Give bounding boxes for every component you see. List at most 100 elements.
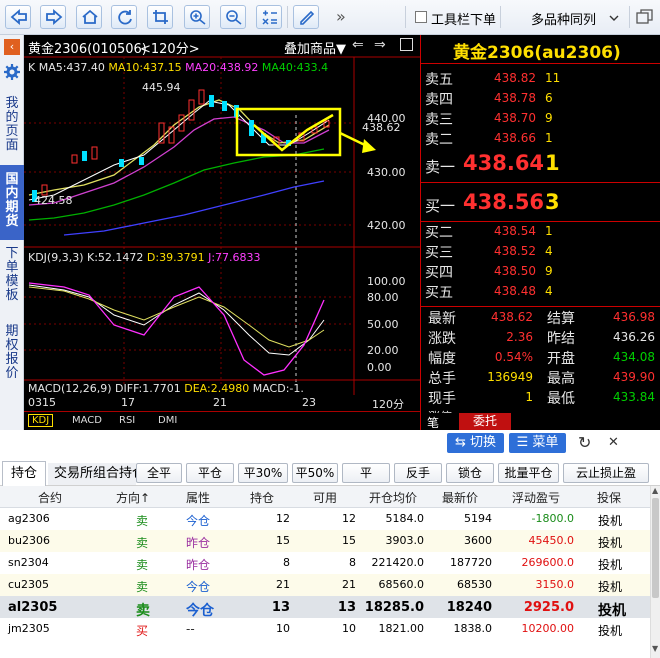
cell-open-avg: 5184.0 <box>385 512 425 525</box>
menu-button[interactable]: ☰ 菜单 <box>509 433 566 453</box>
kline-chart-svg <box>24 56 420 395</box>
tab-positions[interactable]: 持仓 <box>2 461 46 486</box>
sidebar-item-my-page[interactable]: 我的页面 <box>4 97 20 153</box>
more-toolbar-icon[interactable]: » <box>336 7 346 26</box>
position-action-button[interactable]: 云止损止盈 <box>563 463 649 483</box>
cell-floating-pnl: -1800.0 <box>531 512 574 525</box>
chevron-down-icon[interactable] <box>609 15 619 21</box>
sidebar-item-domestic-futures[interactable]: 国内期货 <box>4 173 20 229</box>
toolbar-order-checkbox[interactable] <box>415 11 427 23</box>
bid1-label: 买一 <box>425 197 456 215</box>
sidebar-item-option-quotes[interactable]: 期权报价 <box>4 325 20 381</box>
table-row[interactable]: al2305 卖 今仓 13 13 18285.0 18240 2925.0 投… <box>0 596 650 619</box>
chart-next-icon[interactable]: ⇒ <box>374 37 386 53</box>
position-action-button[interactable]: 全平 <box>136 463 182 483</box>
cell-available: 21 <box>342 578 356 591</box>
position-action-button[interactable]: 批量平仓 <box>498 463 559 483</box>
col-position[interactable]: 持仓 <box>250 489 274 506</box>
table-row[interactable]: cu2305 卖 今仓 21 21 68560.0 68530 3150.0 投… <box>0 574 650 596</box>
col-floating-pnl[interactable]: 浮动盈亏 <box>512 489 560 506</box>
scroll-thumb[interactable] <box>652 498 659 598</box>
col-last-price[interactable]: 最新价 <box>442 489 478 506</box>
cell-position: 8 <box>283 556 290 569</box>
position-action-button[interactable]: 锁仓 <box>446 463 494 483</box>
indicator-tab-macd[interactable]: MACD <box>72 415 102 426</box>
ask1-price[interactable]: 438.64 <box>463 151 544 175</box>
table-scrollbar[interactable]: ▲ ▼ <box>650 486 660 658</box>
position-action-button[interactable]: 平30% <box>238 463 288 483</box>
col-hedge[interactable]: 投保 <box>597 489 621 506</box>
stat-value: 438.62 <box>491 310 533 324</box>
chart-layout-icon[interactable] <box>400 38 413 51</box>
action-row: ⇆ 切换 ☰ 菜单 ↻ ✕ <box>0 430 660 456</box>
tab-exchange-combo[interactable]: 交易所组合持仓 <box>48 463 136 485</box>
calculator-button[interactable] <box>256 5 282 29</box>
col-contract[interactable]: 合约 <box>38 489 62 506</box>
col-available[interactable]: 可用 <box>313 489 337 506</box>
positions-table-header: 合约 方向↑ 属性 持仓 可用 开仓均价 最新价 浮动盈亏 投保 <box>0 486 650 508</box>
ask-level-price[interactable]: 438.78 <box>481 91 536 105</box>
indicator-tab-rsi[interactable]: RSI <box>119 415 135 426</box>
indicator-tab-dmi[interactable]: DMI <box>158 415 177 426</box>
sidebar-item-order-template[interactable]: 下单模板 <box>4 247 20 303</box>
home-button[interactable] <box>76 5 102 29</box>
stat-label: 总手 <box>428 371 456 387</box>
bid-level-price[interactable]: 438.50 <box>481 264 536 278</box>
bid1-price[interactable]: 438.56 <box>463 190 544 214</box>
stat-value: 0.54% <box>494 350 533 364</box>
table-row[interactable]: bu2306 卖 昨仓 15 15 3903.0 3600 45450.0 投机 <box>0 530 650 552</box>
overlay-commodity-dropdown[interactable]: 叠加商品▼ <box>284 38 346 57</box>
position-action-button[interactable]: 平50% <box>292 463 338 483</box>
chart-prev-icon[interactable]: ⇐ <box>352 37 364 53</box>
col-attribute[interactable]: 属性 <box>186 489 210 506</box>
scroll-up-icon[interactable]: ▲ <box>652 486 658 495</box>
cell-last-price: 1838.0 <box>453 622 493 635</box>
gear-icon[interactable] <box>3 63 21 81</box>
position-action-button[interactable]: 反手 <box>394 463 442 483</box>
zoom-in-icon <box>190 10 206 25</box>
position-action-button[interactable]: 平100% <box>342 463 390 498</box>
restore-window-icon[interactable] <box>636 9 654 25</box>
scroll-down-icon[interactable]: ▼ <box>652 644 658 653</box>
zoom-in-button[interactable] <box>184 5 210 29</box>
back-button[interactable] <box>5 5 31 29</box>
zoom-out-button[interactable] <box>220 5 246 29</box>
kline-chart-panel[interactable]: 黄金2306(010506) <120分> 叠加商品▼ ⇐ ⇒ K MA5:43… <box>24 35 420 430</box>
position-action-button[interactable]: 平仓 <box>186 463 234 483</box>
ask-level-price[interactable]: 438.82 <box>481 71 536 85</box>
stat-value: 436.98 <box>613 310 655 324</box>
bid-level-price[interactable]: 438.48 <box>481 284 536 298</box>
refresh-icon[interactable]: ↻ <box>578 433 591 452</box>
forward-button[interactable] <box>40 5 66 29</box>
tab-entrust[interactable]: 委托 <box>459 413 511 430</box>
indicator-tab-kdj[interactable]: KDJ <box>28 414 54 427</box>
refresh-button[interactable] <box>111 5 137 29</box>
table-row[interactable]: jm2305 买 -- 10 10 1821.00 1838.0 10200.0… <box>0 618 650 640</box>
quote-divider <box>421 182 660 183</box>
cell-direction: 卖 <box>136 514 149 528</box>
table-row[interactable]: ag2306 卖 今仓 12 12 5184.0 5194 -1800.0 投机 <box>0 508 650 530</box>
bid-level-price[interactable]: 438.52 <box>481 244 536 258</box>
collapse-sidebar-icon[interactable]: ‹ <box>4 39 20 55</box>
cell-floating-pnl: 3150.0 <box>535 578 575 591</box>
ask-level-price[interactable]: 438.70 <box>481 111 536 125</box>
close-icon[interactable]: ✕ <box>608 435 619 450</box>
layout-dropdown-label[interactable]: 多品种同列 <box>531 9 596 28</box>
cell-contract: ag2306 <box>8 512 50 525</box>
bid-level-label: 买四 <box>425 265 453 281</box>
col-direction[interactable]: 方向↑ <box>116 489 150 506</box>
chart-period[interactable]: <120分> <box>140 38 200 57</box>
kdj-name: KDJ(9,3,3) <box>28 251 84 264</box>
draw-button[interactable] <box>293 5 319 29</box>
switch-button[interactable]: ⇆ 切换 <box>447 433 504 453</box>
cell-last-price: 5194 <box>464 512 492 525</box>
chart-symbol-title: 黄金2306(010506) <box>28 42 147 57</box>
stat-value: 434.08 <box>613 350 655 364</box>
tab-tick[interactable]: 笔 <box>427 414 439 431</box>
table-row[interactable]: sn2304 卖 昨仓 8 8 221420.0 187720 269600.0… <box>0 552 650 574</box>
stat-label: 开盘 <box>547 351 575 367</box>
bid-level-price[interactable]: 438.54 <box>481 224 536 238</box>
crop-button[interactable] <box>147 5 173 29</box>
ask-level-price[interactable]: 438.66 <box>481 131 536 145</box>
col-open-avg[interactable]: 开仓均价 <box>369 489 417 506</box>
